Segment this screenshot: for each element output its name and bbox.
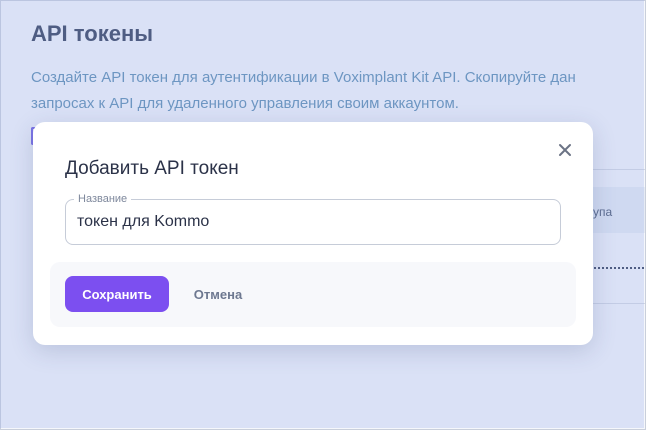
token-name-field[interactable]: Название xyxy=(65,192,561,245)
token-name-input[interactable] xyxy=(77,211,547,233)
add-api-token-dialog: Добавить API токен Название Сохранить От… xyxy=(33,122,593,345)
close-icon[interactable] xyxy=(557,142,573,158)
save-button[interactable]: Сохранить xyxy=(65,276,169,312)
dialog-title: Добавить API токен xyxy=(65,158,239,179)
cancel-button[interactable]: Отмена xyxy=(183,276,253,312)
token-name-label: Название xyxy=(74,192,132,206)
dialog-footer: Сохранить Отмена xyxy=(50,262,576,327)
